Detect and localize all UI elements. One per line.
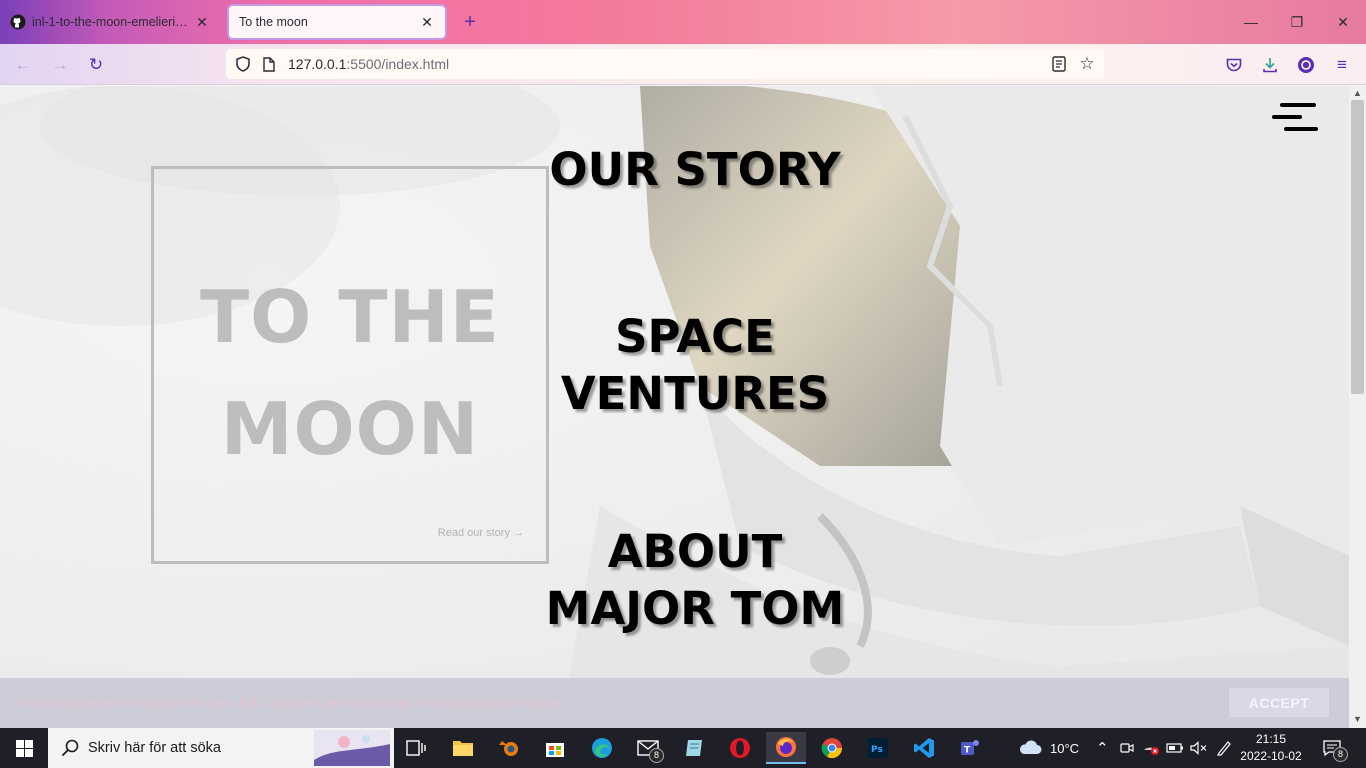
mail-badge: 8 <box>649 748 664 763</box>
forward-arrow-icon[interactable]: → <box>47 52 73 78</box>
hero-title-line-1: TO THE <box>200 275 500 359</box>
notifications-icon[interactable]: 8 <box>1322 728 1348 768</box>
url-host: 127.0.0.1 <box>288 56 347 72</box>
page-scrollbar[interactable]: ▲ ▼ <box>1349 86 1366 728</box>
windows-start-icon[interactable] <box>0 728 48 768</box>
page-icon[interactable] <box>260 55 278 73</box>
menu-item-space-ventures[interactable]: SPACE VENTURES <box>495 308 895 422</box>
camera-icon[interactable] <box>1120 728 1134 768</box>
taskbar-search-box[interactable]: Skriv här för att söka <box>48 728 394 768</box>
menu-item-label: ABOUT <box>607 525 783 578</box>
notes-app-icon[interactable] <box>674 732 714 764</box>
downloads-icon[interactable] <box>1257 52 1283 78</box>
browser-tab-bar: inl-1-to-the-moon-emelieribring ✕ To the… <box>0 0 1366 44</box>
vscode-icon[interactable] <box>904 732 944 764</box>
microsoft-store-icon[interactable] <box>535 732 575 764</box>
network-error-icon[interactable] <box>1142 728 1160 768</box>
battery-icon[interactable] <box>1166 728 1184 768</box>
edge-icon[interactable] <box>582 732 622 764</box>
app-menu-icon[interactable]: ≡ <box>1329 52 1355 78</box>
cookie-text: I don't know where I'm going from here, … <box>18 696 568 710</box>
restore-icon[interactable]: ❐ <box>1282 8 1312 36</box>
reload-icon[interactable]: ↻ <box>83 52 109 78</box>
reader-view-icon[interactable] <box>1050 55 1068 73</box>
tab-title: inl-1-to-the-moon-emelieribring <box>32 15 194 29</box>
search-icon <box>61 739 79 762</box>
pocket-icon[interactable] <box>1221 52 1247 78</box>
svg-text:Ps: Ps <box>871 745 883 755</box>
search-highlight-illustration-icon <box>314 730 390 768</box>
new-tab-plus-icon[interactable]: + <box>458 10 482 34</box>
taskbar-clock[interactable]: 21:15 2022-10-02 <box>1238 731 1304 765</box>
menu-item-label: MAJOR TOM <box>545 582 845 635</box>
bookmark-star-icon[interactable]: ☆ <box>1078 54 1096 73</box>
menu-item-label: SPACE <box>615 310 775 363</box>
tab-close-icon[interactable]: ✕ <box>419 14 435 31</box>
hero-title-line-2: MOON <box>220 387 480 471</box>
page-content: TO THE MOON Read our story → OUR STORY S… <box>0 86 1349 728</box>
windows-taskbar: Skriv här för att söka 8 Ps T 10°C ⌃ 21:… <box>0 728 1366 768</box>
pen-icon[interactable] <box>1216 728 1232 768</box>
notifications-badge: 8 <box>1333 747 1348 762</box>
cookie-banner: I don't know where I'm going from here, … <box>0 678 1349 728</box>
account-icon[interactable] <box>1293 52 1319 78</box>
firefox-icon[interactable] <box>766 732 806 764</box>
menu-item-our-story[interactable]: OUR STORY <box>495 141 895 198</box>
clock-time: 21:15 <box>1255 732 1287 746</box>
teams-icon[interactable]: T <box>950 732 990 764</box>
tab-close-icon[interactable]: ✕ <box>194 14 210 31</box>
scroll-up-icon[interactable]: ▲ <box>1349 86 1366 100</box>
menu-item-about-major-tom[interactable]: ABOUT MAJOR TOM <box>495 523 895 637</box>
browser-nav-bar: ← → ↻ 127.0.0.1:5500/index.html ☆ ≡ <box>0 44 1366 85</box>
blender-icon[interactable] <box>489 732 529 764</box>
menu-item-label: VENTURES <box>560 367 830 420</box>
cloud-icon <box>1018 739 1042 758</box>
chrome-icon[interactable] <box>812 732 852 764</box>
back-arrow-icon[interactable]: ← <box>10 52 36 78</box>
window-close-icon[interactable]: ✕ <box>1328 8 1358 36</box>
tab-title: To the moon <box>239 15 308 29</box>
volume-muted-icon[interactable] <box>1190 728 1208 768</box>
url-text[interactable]: 127.0.0.1:5500/index.html <box>288 56 449 72</box>
tray-chevron-up-icon[interactable]: ⌃ <box>1096 728 1109 768</box>
opera-icon[interactable] <box>720 732 760 764</box>
tab-github[interactable]: inl-1-to-the-moon-emelieribring ✕ <box>0 4 220 40</box>
minimize-icon[interactable]: — <box>1236 8 1266 36</box>
file-explorer-icon[interactable] <box>443 732 483 764</box>
shield-icon[interactable] <box>234 55 252 73</box>
mail-icon[interactable]: 8 <box>628 732 668 764</box>
scroll-thumb[interactable] <box>1351 100 1364 394</box>
menu-item-label: OUR STORY <box>549 143 841 196</box>
hero-box: TO THE MOON Read our story → <box>151 166 549 564</box>
clock-date: 2022-10-02 <box>1240 749 1302 763</box>
url-path: :5500/index.html <box>346 56 450 72</box>
scroll-down-icon[interactable]: ▼ <box>1349 712 1366 726</box>
task-view-icon[interactable] <box>396 732 436 764</box>
weather-widget[interactable]: 10°C <box>1018 728 1079 768</box>
weather-temperature: 10°C <box>1050 740 1080 756</box>
search-placeholder: Skriv här för att söka <box>88 740 221 756</box>
svg-text:T: T <box>964 746 971 756</box>
photoshop-icon[interactable]: Ps <box>858 732 898 764</box>
url-bar[interactable]: 127.0.0.1:5500/index.html ☆ <box>226 49 1104 79</box>
hamburger-menu-icon[interactable] <box>1272 103 1318 133</box>
accept-cookies-button[interactable]: ACCEPT <box>1229 688 1329 717</box>
github-icon <box>10 14 26 30</box>
tab-to-the-moon[interactable]: To the moon ✕ <box>227 4 447 40</box>
hero-title: TO THE MOON <box>154 261 546 485</box>
